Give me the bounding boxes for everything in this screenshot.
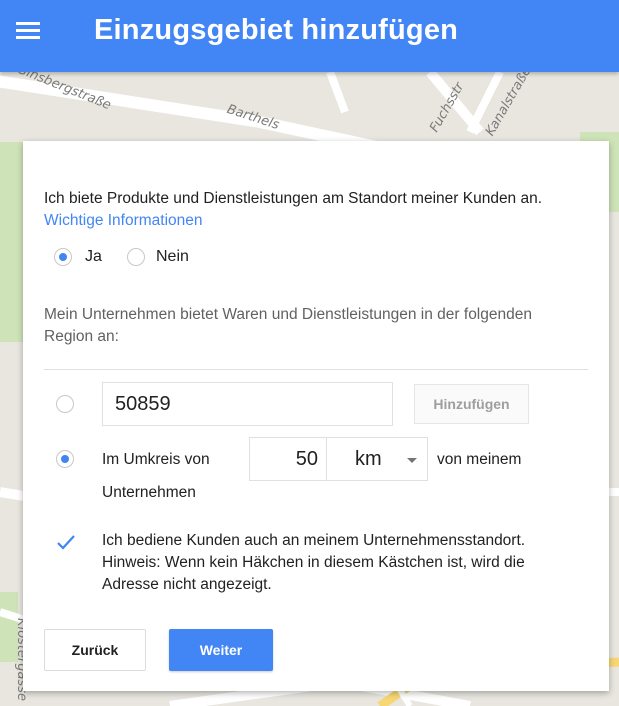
unit-select[interactable]: km <box>326 437 428 481</box>
next-button[interactable]: Weiter <box>169 629 273 671</box>
checkmark-icon <box>57 535 75 550</box>
radio-yes-label[interactable]: Ja <box>85 248 102 266</box>
radio-zip[interactable] <box>56 395 74 413</box>
divider <box>44 369 588 370</box>
intro-statement: Ich biete Produkte und Dienstleistungen … <box>44 190 543 207</box>
page-title: Einzugsgebiet hinzufügen <box>94 14 459 46</box>
region-text: Mein Unternehmen bietet Waren und Dienst… <box>44 306 532 345</box>
unit-value: km <box>355 448 382 470</box>
radius-suffix: von meinem <box>437 451 522 468</box>
info-link[interactable]: Wichtige Informationen <box>44 212 203 229</box>
add-button[interactable]: Hinzufügen <box>414 384 529 424</box>
radio-radius[interactable] <box>56 450 74 468</box>
radio-no-label[interactable]: Nein <box>156 248 189 266</box>
radius-input[interactable]: 50 <box>249 437 327 481</box>
zip-input[interactable]: 50859 <box>102 382 393 426</box>
own-location-text: Ich bediene Kunden auch an meinem Untern… <box>102 532 526 593</box>
back-button[interactable]: Zurück <box>44 629 146 671</box>
radio-no[interactable] <box>127 248 145 266</box>
chevron-down-icon <box>407 458 417 463</box>
own-location-checkbox[interactable] <box>56 533 76 553</box>
intro-text: Ich biete Produkte und Dienstleistungen … <box>44 188 584 232</box>
radius-prefix: Im Umkreis von <box>102 451 210 468</box>
app-header: Einzugsgebiet hinzufügen <box>0 0 619 72</box>
menu-icon[interactable] <box>16 20 44 42</box>
radius-suffix-second-line: Unternehmen <box>102 484 196 501</box>
service-area-dialog: Ich biete Produkte und Dienstleistungen … <box>23 141 609 691</box>
radio-yes[interactable] <box>54 248 72 266</box>
